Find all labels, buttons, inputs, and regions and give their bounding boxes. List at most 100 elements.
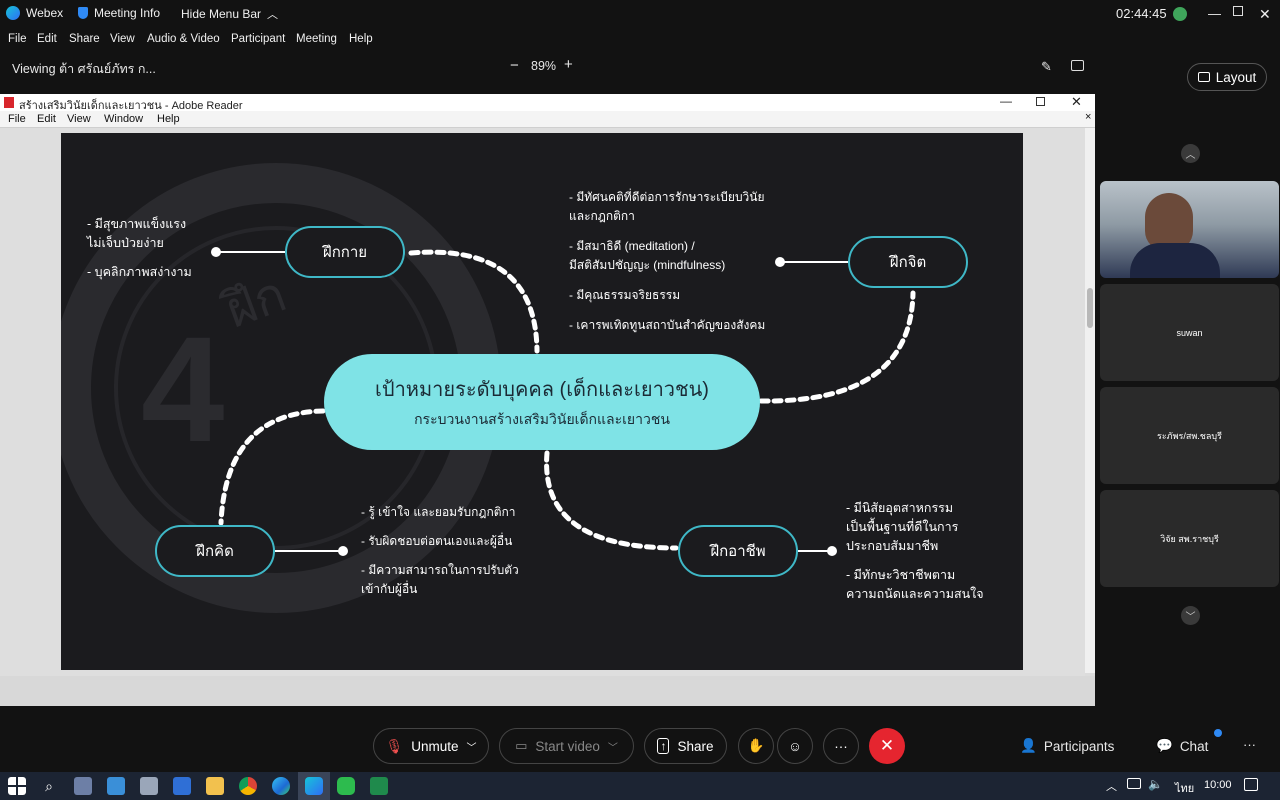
windows-taskbar: ⌕ ︿ 🔈 ไทย 10:00	[0, 772, 1280, 800]
reader-menu-file[interactable]: File	[8, 113, 26, 125]
reader-menu-view[interactable]: View	[67, 113, 91, 125]
webex-menu-bar: File Edit Share View Audio & Video Parti…	[0, 26, 1280, 52]
menu-participant[interactable]: Participant	[231, 33, 285, 45]
reader-menu-help[interactable]: Help	[157, 113, 180, 125]
scrollbar-thumb[interactable]	[1087, 288, 1093, 328]
more-options-button[interactable]: ···	[823, 728, 859, 764]
notification-icon[interactable]	[1244, 778, 1258, 791]
share-button[interactable]: ↑ Share	[644, 728, 727, 764]
webex-title-bar: Webex Meeting Info Hide Menu Bar ︿ 02:44…	[0, 0, 1280, 26]
search-icon[interactable]: ⌕	[40, 777, 58, 795]
mind-bullet: - เคารพเทิดทูนสถาบันสำคัญของสังคม	[569, 318, 766, 332]
share-icon: ↑	[657, 738, 670, 754]
app-name: Webex	[26, 6, 64, 20]
career-bullet: เป็นพื้นฐานที่ดีในการ	[846, 520, 959, 534]
language-indicator[interactable]: ไทย	[1175, 779, 1194, 797]
reader-menu-close-icon[interactable]: ×	[1085, 111, 1091, 123]
menu-meeting[interactable]: Meeting	[296, 33, 337, 45]
zoom-level: 89%	[531, 59, 557, 73]
reader-restore-button[interactable]	[1036, 97, 1045, 106]
reader-menu-window[interactable]: Window	[104, 113, 143, 125]
mind-bullet: และกฎกติกา	[569, 209, 635, 223]
chat-icon: 💬	[1156, 738, 1173, 753]
unmute-button[interactable]: 🎙 Unmute ﹀	[373, 728, 489, 764]
menu-share[interactable]: Share	[69, 33, 100, 45]
calendar-icon[interactable]	[173, 777, 191, 795]
reader-minimize-button[interactable]: —	[1000, 94, 1012, 108]
network-icon[interactable]	[1127, 778, 1141, 789]
center-subtitle: กระบวนงานสร้างเสริมวินัยเด็กและเยาวชน	[414, 411, 670, 427]
close-button[interactable]: ✕	[1259, 6, 1271, 23]
line-icon[interactable]	[337, 777, 355, 795]
windows-start-icon[interactable]	[8, 777, 26, 795]
pop-out-icon[interactable]	[1071, 60, 1084, 71]
scroll-down-button[interactable]: ﹀	[1181, 606, 1200, 625]
video-off-icon: ▭	[515, 738, 528, 753]
meeting-info-button[interactable]: Meeting Info	[78, 6, 160, 20]
excel-icon[interactable]	[370, 777, 388, 795]
file-explorer-icon[interactable]	[206, 777, 224, 795]
menu-edit[interactable]: Edit	[37, 33, 57, 45]
mind-bullet: - มีสมาธิดี (meditation) /	[569, 239, 695, 253]
career-bullet: ความถนัดและความสนใจ	[846, 587, 984, 601]
zoom-out-button[interactable]: −	[510, 57, 519, 74]
participant-tile[interactable]: ระภัพร/สพ.ชลบุรี	[1100, 387, 1279, 484]
pdf-icon	[4, 97, 14, 108]
participant-tile[interactable]: suwan	[1100, 284, 1279, 381]
overflow-button[interactable]: ···	[1243, 737, 1256, 752]
webex-app-title: Webex	[6, 6, 63, 20]
restore-button[interactable]	[1233, 6, 1243, 16]
close-icon: ✕	[879, 736, 895, 755]
reader-close-button[interactable]: ✕	[1071, 94, 1082, 110]
minimize-button[interactable]: —	[1208, 6, 1221, 21]
unmute-label: Unmute	[411, 738, 459, 754]
hide-menu-bar-button[interactable]: Hide Menu Bar ︿	[181, 6, 278, 22]
clock: 02:44:45	[1116, 6, 1187, 21]
annotate-icon[interactable]: ✎	[1041, 59, 1052, 75]
raise-hand-button[interactable]: ✋	[738, 728, 774, 764]
career-bullet: - มีนิสัยอุตสาหกรรม	[846, 501, 954, 515]
mail-icon[interactable]	[107, 777, 125, 795]
menu-file[interactable]: File	[8, 33, 27, 45]
menu-audio-video[interactable]: Audio & Video	[147, 33, 220, 45]
participants-label: Participants	[1043, 738, 1115, 754]
think-bullets: - รู้ เข้าใจ และยอมรับกฎกติกา - รับผิดชอ…	[361, 503, 519, 599]
mind-bullet: มีสติสัมปชัญญะ (mindfulness)	[569, 258, 726, 272]
tray-chevron-icon[interactable]: ︿	[1106, 778, 1117, 794]
participants-button[interactable]: 👤 Participants	[1020, 738, 1114, 754]
end-call-button[interactable]: ✕	[869, 728, 905, 764]
zoom-in-button[interactable]: +	[564, 56, 573, 73]
webex-taskbar-active[interactable]	[298, 772, 330, 800]
meeting-info-label: Meeting Info	[94, 6, 161, 20]
reader-menu-edit[interactable]: Edit	[37, 113, 56, 125]
volume-icon[interactable]: 🔈	[1148, 777, 1163, 791]
chrome-icon[interactable]	[239, 777, 257, 795]
menu-help[interactable]: Help	[349, 33, 373, 45]
body-bullet: - บุคลิกภาพสง่างาม	[87, 265, 192, 279]
viewing-label: Viewing ต้า ศรัณย์ภัทร ก...	[12, 62, 156, 76]
menu-view[interactable]: View	[110, 33, 135, 45]
webex-logo-icon	[6, 6, 20, 20]
think-bullet: - รับผิดชอบต่อตนเองและผู้อื่น	[361, 534, 513, 548]
reactions-button[interactable]: ☺	[777, 728, 813, 764]
participant-shirt	[1130, 243, 1220, 278]
taskbar-clock[interactable]: 10:00	[1204, 779, 1232, 791]
participant-video-tile[interactable]	[1100, 181, 1279, 278]
scroll-up-button[interactable]: ︿	[1181, 144, 1200, 163]
shared-screen: สร้างเสริมวินัยเด็กและเยาวชน - Adobe Rea…	[0, 94, 1095, 706]
network-health-icon	[1172, 6, 1187, 21]
body-bullet: - มีสุขภาพแข็งแรง	[87, 217, 187, 231]
calculator-icon[interactable]	[140, 777, 158, 795]
edge-icon[interactable]	[272, 777, 290, 795]
raise-hand-icon: ✋	[747, 738, 765, 753]
participant-tile[interactable]: วิจัย สพ.ราชบุรี	[1100, 490, 1279, 587]
layout-button[interactable]: Layout	[1187, 63, 1267, 91]
reader-vertical-scrollbar[interactable]	[1085, 128, 1095, 673]
task-view-icon[interactable]	[74, 777, 92, 795]
chevron-up-icon: ︿	[267, 9, 279, 21]
slide: 4 ฝึก เป้าหมายระดับบุคคล (เด็กและเยาวชน)…	[61, 133, 1023, 670]
start-video-button[interactable]: ▭ Start video ﹀	[499, 728, 634, 764]
chat-button[interactable]: 💬 Chat	[1156, 738, 1208, 754]
reader-title-bar: สร้างเสริมวินัยเด็กและเยาวชน - Adobe Rea…	[0, 94, 1095, 112]
mind-bullet: - มีคุณธรรมจริยธรรม	[569, 288, 681, 302]
